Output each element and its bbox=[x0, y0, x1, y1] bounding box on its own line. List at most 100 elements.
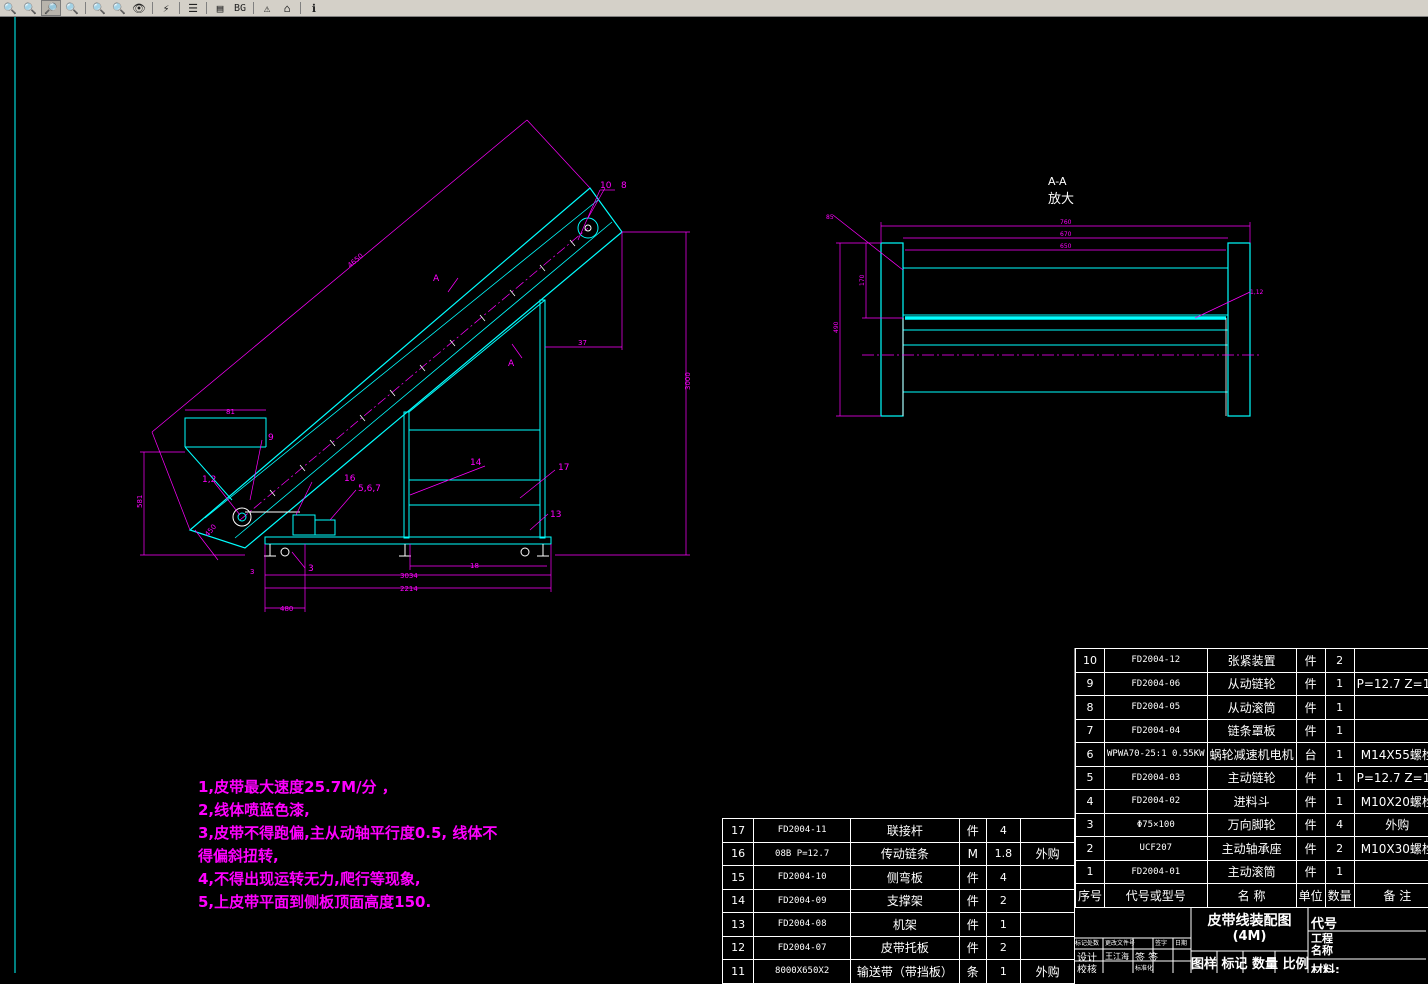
cad-toolbar: 🔍 🔍 🔎 🔍 🔍 🔍 👁 ⚡ ☰ ▤ BG ⚠ ⌂ ℹ bbox=[0, 0, 1428, 17]
svg-text:8: 8 bbox=[621, 181, 627, 191]
bom-cell-note bbox=[1021, 913, 1075, 937]
bom-cell-unit: 件 bbox=[1296, 649, 1325, 673]
bom-cell-unit: 件 bbox=[1296, 813, 1325, 837]
bom-cell-no: 9 bbox=[1076, 672, 1105, 696]
bom-cell-no: 13 bbox=[723, 913, 754, 937]
bom-cell-name: 机架 bbox=[851, 913, 960, 937]
bom-row: 14FD2004-09支撑架件2 bbox=[723, 889, 1075, 913]
title-drawing-sub: (4M) bbox=[1191, 929, 1308, 944]
conveyor-frame bbox=[190, 188, 622, 548]
bom-cell-qty: 1 bbox=[986, 913, 1020, 937]
hopper-slope bbox=[185, 447, 232, 500]
bom-row: 9FD2004-06从动链轮件1P=12.7 Z=18 bbox=[1076, 672, 1428, 696]
print-icon[interactable]: ▤ bbox=[211, 1, 229, 15]
title-row1a: 标记处数 bbox=[1075, 938, 1099, 947]
svg-text:170: 170 bbox=[859, 274, 866, 286]
conveyor-inner-line bbox=[205, 200, 598, 518]
conveyor-side-view bbox=[185, 188, 622, 556]
bom-cell-unit: 件 bbox=[1296, 672, 1325, 696]
zoom-previous-icon[interactable]: 🔍 bbox=[90, 1, 108, 15]
bom-cell-note bbox=[1354, 860, 1428, 884]
bom-cell-name: 皮带托板 bbox=[851, 936, 960, 960]
bom-cell-code: WPWA70-25:1 0.55KW bbox=[1105, 743, 1208, 767]
bom-cell-unit: 件 bbox=[1296, 696, 1325, 720]
bom-row: 8FD2004-05从动滚筒件1 bbox=[1076, 696, 1428, 720]
bom-cell-qty: 1 bbox=[1325, 696, 1354, 720]
zoom-window-icon[interactable]: 🔎 bbox=[41, 0, 61, 16]
bom-cell-name: 从动滚筒 bbox=[1207, 696, 1296, 720]
bom-cell-note: P=12.7 Z=18 bbox=[1354, 672, 1428, 696]
title-date-label: 日期 bbox=[1175, 938, 1187, 947]
bom-header-qty: 数量 bbox=[1325, 884, 1354, 908]
regen-icon[interactable]: ⚡ bbox=[157, 1, 175, 15]
bom-header-no: 序号 bbox=[1076, 884, 1105, 908]
bom-cell-note bbox=[1021, 819, 1075, 843]
home-icon[interactable]: ⌂ bbox=[278, 1, 296, 15]
support-frame bbox=[404, 300, 545, 538]
bom-row: 4FD2004-02进料斗件1M10X20螺栓 bbox=[1076, 790, 1428, 814]
zoom-dynamic-icon[interactable]: 🔍 bbox=[110, 1, 128, 15]
bom-cell-code: FD2004-05 bbox=[1105, 696, 1208, 720]
bom-cell-note: M14X55螺栓 bbox=[1354, 743, 1428, 767]
bom-cell-qty: 1 bbox=[1325, 672, 1354, 696]
bom-cell-qty: 4 bbox=[986, 819, 1020, 843]
bom-cell-code: FD2004-08 bbox=[754, 913, 851, 937]
svg-text:670: 670 bbox=[1060, 231, 1072, 238]
background-toggle-button[interactable]: BG bbox=[231, 1, 249, 15]
bom-cell-qty: 2 bbox=[986, 936, 1020, 960]
bom-cell-qty: 1 bbox=[1325, 766, 1354, 790]
bom-cell-unit: 件 bbox=[1296, 837, 1325, 861]
bom-cell-name: 支撑架 bbox=[851, 889, 960, 913]
bom-cell-note: 外购 bbox=[1021, 960, 1075, 984]
svg-text:3: 3 bbox=[308, 564, 314, 574]
bom-cell-no: 4 bbox=[1076, 790, 1105, 814]
bom-cell-no: 11 bbox=[723, 960, 754, 984]
bom-cell-note: 外购 bbox=[1354, 813, 1428, 837]
zoom-icon[interactable]: 🔍 bbox=[1, 1, 19, 15]
bom-cell-name: 链条罩板 bbox=[1207, 719, 1296, 743]
bom-cell-no: 6 bbox=[1076, 743, 1105, 767]
svg-text:13: 13 bbox=[550, 510, 561, 520]
svg-text:650: 650 bbox=[1060, 243, 1072, 250]
bom-row: 15FD2004-10侧弯板件4 bbox=[723, 866, 1075, 890]
bom-cell-code: FD2004-06 bbox=[1105, 672, 1208, 696]
bom-cell-no: 3 bbox=[1076, 813, 1105, 837]
belt-cleats bbox=[270, 240, 575, 496]
title-project-label: 工程名称 bbox=[1311, 933, 1335, 957]
bom-cell-name: 张紧装置 bbox=[1207, 649, 1296, 673]
dim-b2: 2214 bbox=[400, 585, 418, 593]
title-bottom-labels: 图样 标记 数量 比例 bbox=[1191, 953, 1308, 972]
dim-long: 4650 bbox=[346, 252, 365, 270]
info-icon[interactable]: ℹ bbox=[305, 1, 323, 15]
bom-cell-unit: 件 bbox=[959, 936, 986, 960]
bom-cell-note bbox=[1354, 719, 1428, 743]
layers-icon[interactable]: ☰ bbox=[184, 1, 202, 15]
bom-header-note: 备 注 bbox=[1354, 884, 1428, 908]
bom-cell-unit: M bbox=[959, 842, 986, 866]
pan-icon[interactable]: 👁 bbox=[130, 1, 148, 15]
bom-cell-note bbox=[1021, 936, 1075, 960]
bom-header-code: 代号或型号 bbox=[1105, 884, 1208, 908]
bom-row: 12FD2004-07皮带托板件2 bbox=[723, 936, 1075, 960]
bom-cell-name: 输送带（带挡板） bbox=[851, 960, 960, 984]
bom-cell-name: 蜗轮减速机电机 bbox=[1207, 743, 1296, 767]
bom-cell-qty: 4 bbox=[986, 866, 1020, 890]
dim-top: 81 bbox=[226, 408, 235, 416]
bom-cell-code: FD2004-07 bbox=[754, 936, 851, 960]
toolbar-separator bbox=[179, 2, 180, 14]
zoom-in-icon[interactable]: 🔍 bbox=[21, 1, 39, 15]
bom-cell-code: FD2004-10 bbox=[754, 866, 851, 890]
bom-cell-qty: 1 bbox=[1325, 743, 1354, 767]
bom-cell-qty: 2 bbox=[986, 889, 1020, 913]
bom-cell-name: 传动链条 bbox=[851, 842, 960, 866]
zoom-out-icon[interactable]: 🔍 bbox=[63, 1, 81, 15]
bom-row: 2UCF207主动轴承座件2M10X30螺栓 bbox=[1076, 837, 1428, 861]
bom-cell-code: FD2004-01 bbox=[1105, 860, 1208, 884]
svg-text:1,12: 1,12 bbox=[1250, 289, 1264, 296]
svg-text:490: 490 bbox=[833, 321, 840, 333]
bom-cell-name: 主动链轮 bbox=[1207, 766, 1296, 790]
toolbar-separator bbox=[85, 2, 86, 14]
callout-texts: 10 8 9 1,2 16 5,6,7 14 17 13 3 A A bbox=[202, 181, 627, 574]
svg-text:16: 16 bbox=[344, 474, 356, 484]
warning-icon[interactable]: ⚠ bbox=[258, 1, 276, 15]
